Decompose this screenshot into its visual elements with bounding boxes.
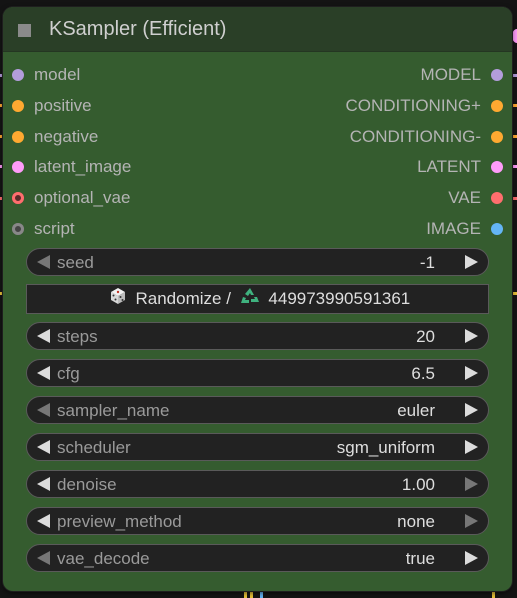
wire-model-right — [512, 74, 517, 77]
randomize-label: Randomize / — [135, 289, 231, 308]
collapse-toggle-icon[interactable] — [18, 24, 31, 37]
input-dot-script[interactable] — [12, 223, 24, 235]
input-dot-model[interactable] — [12, 69, 24, 81]
wire-vae-right — [512, 197, 517, 200]
dice-icon — [109, 286, 127, 314]
input-label-negative: negative — [34, 127, 99, 146]
increment-arrow-icon[interactable] — [465, 440, 478, 454]
output-dot-latent[interactable] — [491, 161, 503, 173]
widget-denoise[interactable]: denoise 1.00 — [26, 470, 489, 498]
increment-arrow-icon[interactable] — [465, 255, 478, 269]
widget-value-scheduler: sgm_uniform — [336, 438, 435, 457]
wire-pink-dot-right — [512, 29, 517, 43]
output-label-conditioning-plus: CONDITIONING+ — [345, 96, 481, 115]
decrement-arrow-icon[interactable] — [37, 477, 50, 491]
increment-arrow-icon[interactable] — [465, 514, 478, 528]
widget-value-sampler-name: euler — [397, 401, 435, 420]
widget-value-cfg: 6.5 — [411, 364, 435, 383]
wire-pos-right — [512, 104, 517, 107]
input-label-script: script — [34, 219, 75, 238]
widget-name-steps: steps — [57, 327, 98, 346]
widget-name-seed: seed — [57, 253, 94, 272]
widget-name-cfg: cfg — [57, 364, 80, 383]
increment-arrow-icon[interactable] — [465, 329, 478, 343]
output-slot-conditioning-minus[interactable]: CONDITIONING- — [253, 127, 503, 147]
wire-bottom-2 — [250, 591, 253, 598]
widget-seed[interactable]: seed -1 — [26, 248, 489, 276]
wire-neg-right — [512, 135, 517, 138]
output-dot-vae[interactable] — [491, 192, 503, 204]
node-titlebar[interactable]: KSampler (Efficient) — [3, 7, 512, 52]
wire-bottom-3 — [260, 591, 263, 598]
widget-sampler-name[interactable]: sampler_name euler — [26, 396, 489, 424]
decrement-arrow-icon[interactable] — [37, 403, 50, 417]
output-slot-conditioning-plus[interactable]: CONDITIONING+ — [253, 96, 503, 116]
output-slot-image[interactable]: IMAGE — [253, 219, 503, 239]
output-label-image: IMAGE — [426, 219, 481, 238]
node-title: KSampler (Efficient) — [49, 18, 227, 40]
output-dot-conditioning-plus[interactable] — [491, 100, 503, 112]
widget-value-denoise: 1.00 — [401, 475, 435, 494]
wire-bottom-4 — [492, 591, 495, 598]
decrement-arrow-icon[interactable] — [37, 440, 50, 454]
wire-bottom-1 — [244, 591, 247, 598]
seed-value-label: 449973990591361 — [268, 289, 411, 308]
input-dot-negative[interactable] — [12, 131, 24, 143]
widget-name-vae-decode: vae_decode — [57, 549, 150, 568]
ksampler-node[interactable]: KSampler (Efficient) model positive nega… — [3, 7, 512, 591]
input-dot-latent-image[interactable] — [12, 161, 24, 173]
output-slot-vae[interactable]: VAE — [253, 188, 503, 208]
increment-arrow-icon[interactable] — [465, 403, 478, 417]
input-dot-positive[interactable] — [12, 100, 24, 112]
widget-steps[interactable]: steps 20 — [26, 322, 489, 350]
widget-name-preview-method: preview_method — [57, 512, 182, 531]
decrement-arrow-icon[interactable] — [37, 366, 50, 380]
widget-scheduler[interactable]: scheduler sgm_uniform — [26, 433, 489, 461]
increment-arrow-icon[interactable] — [465, 551, 478, 565]
widget-cfg[interactable]: cfg 6.5 — [26, 359, 489, 387]
increment-arrow-icon[interactable] — [465, 477, 478, 491]
increment-arrow-icon[interactable] — [465, 366, 478, 380]
output-label-conditioning-minus: CONDITIONING- — [349, 127, 481, 146]
decrement-arrow-icon[interactable] — [37, 329, 50, 343]
randomize-seed-button[interactable]: Randomize / 449973990591361 — [26, 284, 489, 314]
input-dot-optional-vae[interactable] — [12, 192, 24, 204]
widget-value-preview-method: none — [397, 512, 435, 531]
output-dot-model[interactable] — [491, 69, 503, 81]
output-dot-image[interactable] — [491, 223, 503, 235]
widget-value-steps: 20 — [416, 327, 435, 346]
widget-preview-method[interactable]: preview_method none — [26, 507, 489, 535]
output-dot-conditioning-minus[interactable] — [491, 131, 503, 143]
widget-value-seed: -1 — [419, 253, 435, 272]
widget-vae-decode[interactable]: vae_decode true — [26, 544, 489, 572]
wire-latent-right — [512, 165, 517, 168]
widget-value-vae-decode: true — [405, 549, 435, 568]
output-label-vae: VAE — [448, 188, 481, 207]
output-slot-latent[interactable]: LATENT — [253, 157, 503, 177]
decrement-arrow-icon[interactable] — [37, 514, 50, 528]
output-label-model: MODEL — [420, 65, 481, 84]
input-label-optional-vae: optional_vae — [34, 188, 131, 207]
decrement-arrow-icon[interactable] — [37, 551, 50, 565]
decrement-arrow-icon[interactable] — [37, 255, 50, 269]
input-label-model: model — [34, 65, 81, 84]
widget-name-scheduler: scheduler — [57, 438, 131, 457]
widget-name-sampler-name: sampler_name — [57, 401, 170, 420]
output-label-latent: LATENT — [417, 157, 481, 176]
recycle-icon — [240, 286, 260, 314]
input-label-latent-image: latent_image — [34, 157, 132, 176]
output-slot-model[interactable]: MODEL — [253, 65, 503, 85]
wire-yellow-right — [512, 292, 517, 295]
widget-name-denoise: denoise — [57, 475, 117, 494]
input-label-positive: positive — [34, 96, 92, 115]
